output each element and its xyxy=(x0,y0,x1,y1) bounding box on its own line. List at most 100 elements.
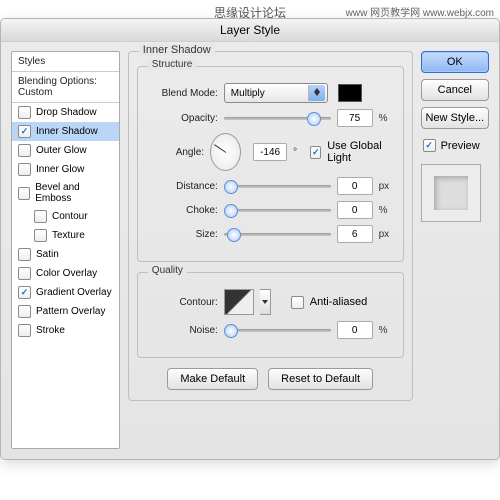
noise-input[interactable]: 0 xyxy=(337,321,373,339)
opacity-slider[interactable] xyxy=(224,111,331,125)
contour-dropdown[interactable] xyxy=(260,289,271,315)
angle-unit: ° xyxy=(293,147,304,158)
sidebar-item-label: Inner Shadow xyxy=(36,126,98,137)
sidebar-item-label: Outer Glow xyxy=(36,145,87,156)
choke-unit: % xyxy=(379,205,393,216)
distance-input[interactable]: 0 xyxy=(337,177,373,195)
slider-knob-icon[interactable] xyxy=(227,228,241,242)
opacity-input[interactable]: 75 xyxy=(337,109,373,127)
size-input[interactable]: 6 xyxy=(337,225,373,243)
dialog-title: Layer Style xyxy=(1,19,499,42)
contour-swatch[interactable] xyxy=(224,289,254,315)
sidebar-item-satin[interactable]: Satin xyxy=(12,245,119,264)
sidebar-item-contour[interactable]: Contour xyxy=(12,207,119,226)
quality-title: Quality xyxy=(148,265,187,276)
noise-slider[interactable] xyxy=(224,323,331,337)
preview-swatch xyxy=(421,164,481,222)
sidebar-item-stroke[interactable]: Stroke xyxy=(12,321,119,340)
sidebar-item-label: Satin xyxy=(36,249,59,260)
color-swatch[interactable] xyxy=(338,84,362,102)
sidebar-item-inner-glow[interactable]: Inner Glow xyxy=(12,160,119,179)
checkbox-icon[interactable] xyxy=(18,163,31,176)
size-label: Size: xyxy=(148,229,218,240)
sidebar-item-label: Gradient Overlay xyxy=(36,287,112,298)
sidebar-item-label: Inner Glow xyxy=(36,164,84,175)
checkbox-icon[interactable] xyxy=(18,248,31,261)
choke-label: Choke: xyxy=(148,205,218,216)
sidebar-item-bevel-emboss[interactable]: Bevel and Emboss xyxy=(12,179,119,207)
slider-knob-icon[interactable] xyxy=(224,180,238,194)
styles-sidebar: Styles Blending Options: Custom Drop Sha… xyxy=(11,51,120,449)
structure-title: Structure xyxy=(148,59,197,70)
chevron-updown-icon xyxy=(308,85,325,101)
sidebar-item-texture[interactable]: Texture xyxy=(12,226,119,245)
sidebar-item-label: Contour xyxy=(52,211,88,222)
blend-mode-label: Blend Mode: xyxy=(148,88,218,99)
checkbox-icon[interactable] xyxy=(18,305,31,318)
make-default-button[interactable]: Make Default xyxy=(167,368,258,390)
checkbox-icon[interactable] xyxy=(18,144,31,157)
noise-unit: % xyxy=(379,325,393,336)
size-unit: px xyxy=(379,229,393,240)
group-title: Inner Shadow xyxy=(139,44,215,56)
layer-style-dialog: Layer Style Styles Blending Options: Cus… xyxy=(0,18,500,460)
use-global-label: Use Global Light xyxy=(327,140,392,164)
sidebar-item-label: Bevel and Emboss xyxy=(35,182,113,204)
checkbox-icon[interactable] xyxy=(18,187,30,200)
distance-label: Distance: xyxy=(148,181,218,192)
ok-button[interactable]: OK xyxy=(421,51,489,73)
sidebar-item-label: Pattern Overlay xyxy=(36,306,105,317)
size-slider[interactable] xyxy=(224,227,331,241)
antialiased-label: Anti-aliased xyxy=(310,296,367,308)
right-column: OK Cancel New Style... Preview xyxy=(421,51,489,449)
watermark-right: www 网页教学网 www.webjx.com xyxy=(346,4,494,19)
angle-label: Angle: xyxy=(148,147,204,158)
quality-group: Quality Contour: Anti-aliased Noise: 0 xyxy=(137,272,404,358)
checkbox-icon[interactable] xyxy=(34,229,47,242)
main-panel: Inner Shadow Structure Blend Mode: Multi… xyxy=(128,51,413,449)
sidebar-item-pattern-overlay[interactable]: Pattern Overlay xyxy=(12,302,119,321)
checkbox-icon[interactable] xyxy=(18,106,31,119)
structure-group: Structure Blend Mode: Multiply Opacity: … xyxy=(137,66,404,262)
reset-default-button[interactable]: Reset to Default xyxy=(268,368,373,390)
antialiased-checkbox[interactable] xyxy=(291,296,304,309)
sidebar-item-label: Stroke xyxy=(36,325,65,336)
cancel-button[interactable]: Cancel xyxy=(421,79,489,101)
preview-label: Preview xyxy=(441,140,480,152)
contour-label: Contour: xyxy=(148,297,218,308)
distance-unit: px xyxy=(379,181,393,192)
checkbox-icon[interactable] xyxy=(34,210,47,223)
angle-wheel[interactable] xyxy=(210,133,241,171)
sidebar-item-color-overlay[interactable]: Color Overlay xyxy=(12,264,119,283)
slider-knob-icon[interactable] xyxy=(224,324,238,338)
preview-inner xyxy=(434,176,468,210)
preview-checkbox[interactable] xyxy=(423,139,436,152)
distance-slider[interactable] xyxy=(224,179,331,193)
sidebar-item-gradient-overlay[interactable]: Gradient Overlay xyxy=(12,283,119,302)
slider-knob-icon[interactable] xyxy=(224,204,238,218)
use-global-checkbox[interactable] xyxy=(310,146,321,159)
choke-input[interactable]: 0 xyxy=(337,201,373,219)
checkbox-icon[interactable] xyxy=(18,286,31,299)
angle-input[interactable]: -146 xyxy=(253,143,287,161)
new-style-button[interactable]: New Style... xyxy=(421,107,489,129)
choke-slider[interactable] xyxy=(224,203,331,217)
slider-knob-icon[interactable] xyxy=(307,112,321,126)
noise-label: Noise: xyxy=(148,325,218,336)
checkbox-icon[interactable] xyxy=(18,125,31,138)
opacity-label: Opacity: xyxy=(148,113,218,124)
sidebar-item-label: Texture xyxy=(52,230,85,241)
sidebar-item-outer-glow[interactable]: Outer Glow xyxy=(12,141,119,160)
sidebar-subheader[interactable]: Blending Options: Custom xyxy=(12,72,119,103)
checkbox-icon[interactable] xyxy=(18,267,31,280)
checkbox-icon[interactable] xyxy=(18,324,31,337)
opacity-unit: % xyxy=(379,113,393,124)
sidebar-item-inner-shadow[interactable]: Inner Shadow xyxy=(12,122,119,141)
inner-shadow-group: Inner Shadow Structure Blend Mode: Multi… xyxy=(128,51,413,401)
sidebar-item-label: Drop Shadow xyxy=(36,107,97,118)
sidebar-item-label: Color Overlay xyxy=(36,268,97,279)
sidebar-header[interactable]: Styles xyxy=(12,52,119,72)
sidebar-item-drop-shadow[interactable]: Drop Shadow xyxy=(12,103,119,122)
blend-mode-value: Multiply xyxy=(231,88,265,99)
blend-mode-select[interactable]: Multiply xyxy=(224,83,328,103)
